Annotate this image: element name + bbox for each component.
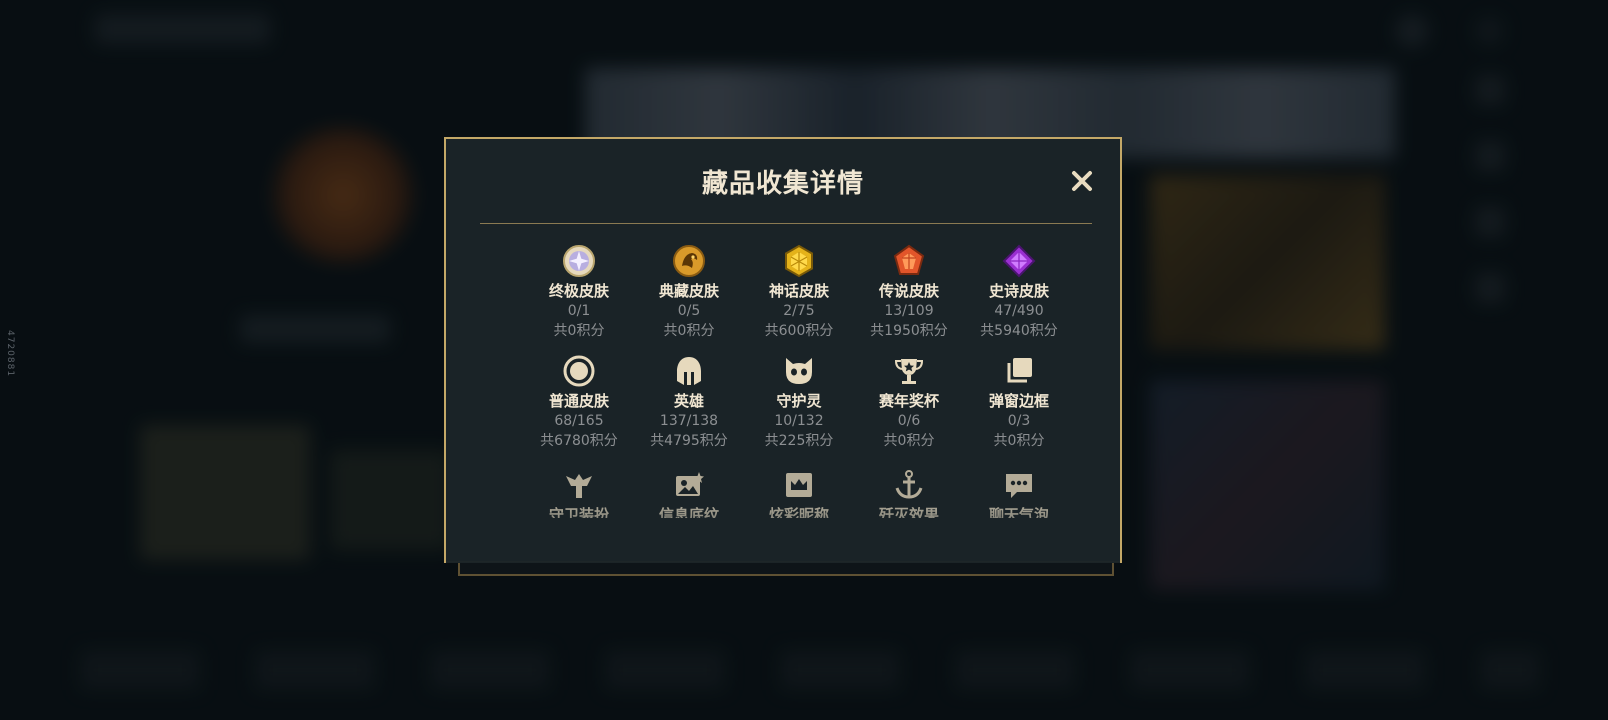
- standard-skin-icon: [561, 353, 597, 389]
- collection-item-guardian[interactable]: 守护灵 10/132 共225积分: [744, 353, 854, 451]
- close-button[interactable]: [1066, 165, 1098, 197]
- collection-item-ultimate[interactable]: 终极皮肤 0/1 共0积分: [524, 243, 634, 341]
- collection-item-champion[interactable]: 英雄 137/138 共4795积分: [634, 353, 744, 451]
- collection-item-epic[interactable]: 史诗皮肤 47/490 共5940积分: [964, 243, 1074, 341]
- collection-item-trophy[interactable]: 赛年奖杯 0/6 共0积分: [854, 353, 964, 451]
- frame-icon: [1001, 353, 1037, 389]
- modal-title: 藏品收集详情: [701, 169, 864, 199]
- banner-icon: [671, 467, 707, 503]
- legendary-skin-icon: [891, 243, 927, 279]
- collection-detail-modal: 藏品收集详情 终极皮肤 0/1 共0积分 典藏皮肤 0/5 共0积分 神话皮肤 …: [444, 137, 1122, 563]
- collection-item-legendary[interactable]: 传说皮肤 13/109 共1950积分: [854, 243, 964, 341]
- trophy-icon: [891, 353, 927, 389]
- ultimate-skin-icon: [561, 243, 597, 279]
- chat-bubble-icon: [1001, 467, 1037, 503]
- collection-item-finisher[interactable]: 歼灭效果: [854, 467, 964, 518]
- guardian-spirit-icon: [781, 353, 817, 389]
- collection-item-ward[interactable]: 守卫装扮: [524, 467, 634, 518]
- ward-skin-icon: [561, 467, 597, 503]
- collection-item-frame[interactable]: 弹窗边框 0/3 共0积分: [964, 353, 1074, 451]
- collection-item-mythic[interactable]: 神话皮肤 2/75 共600积分: [744, 243, 854, 341]
- mythic-skin-icon: [781, 243, 817, 279]
- collection-item-chat-bubble[interactable]: 聊天气泡: [964, 467, 1074, 518]
- prestige-skin-icon: [671, 243, 707, 279]
- collection-item-nickname[interactable]: 炫彩昵称: [744, 467, 854, 518]
- collection-item-banner[interactable]: 信息底纹: [634, 467, 744, 518]
- side-number: 4720881: [5, 330, 15, 378]
- close-icon: [1072, 171, 1092, 191]
- collection-item-prestige[interactable]: 典藏皮肤 0/5 共0积分: [634, 243, 744, 341]
- champion-helmet-icon: [671, 353, 707, 389]
- finisher-anchor-icon: [891, 467, 927, 503]
- title-divider: [480, 223, 1092, 224]
- collection-item-standard[interactable]: 普通皮肤 68/165 共6780积分: [524, 353, 634, 451]
- nickname-crown-icon: [781, 467, 817, 503]
- epic-skin-icon: [1001, 243, 1037, 279]
